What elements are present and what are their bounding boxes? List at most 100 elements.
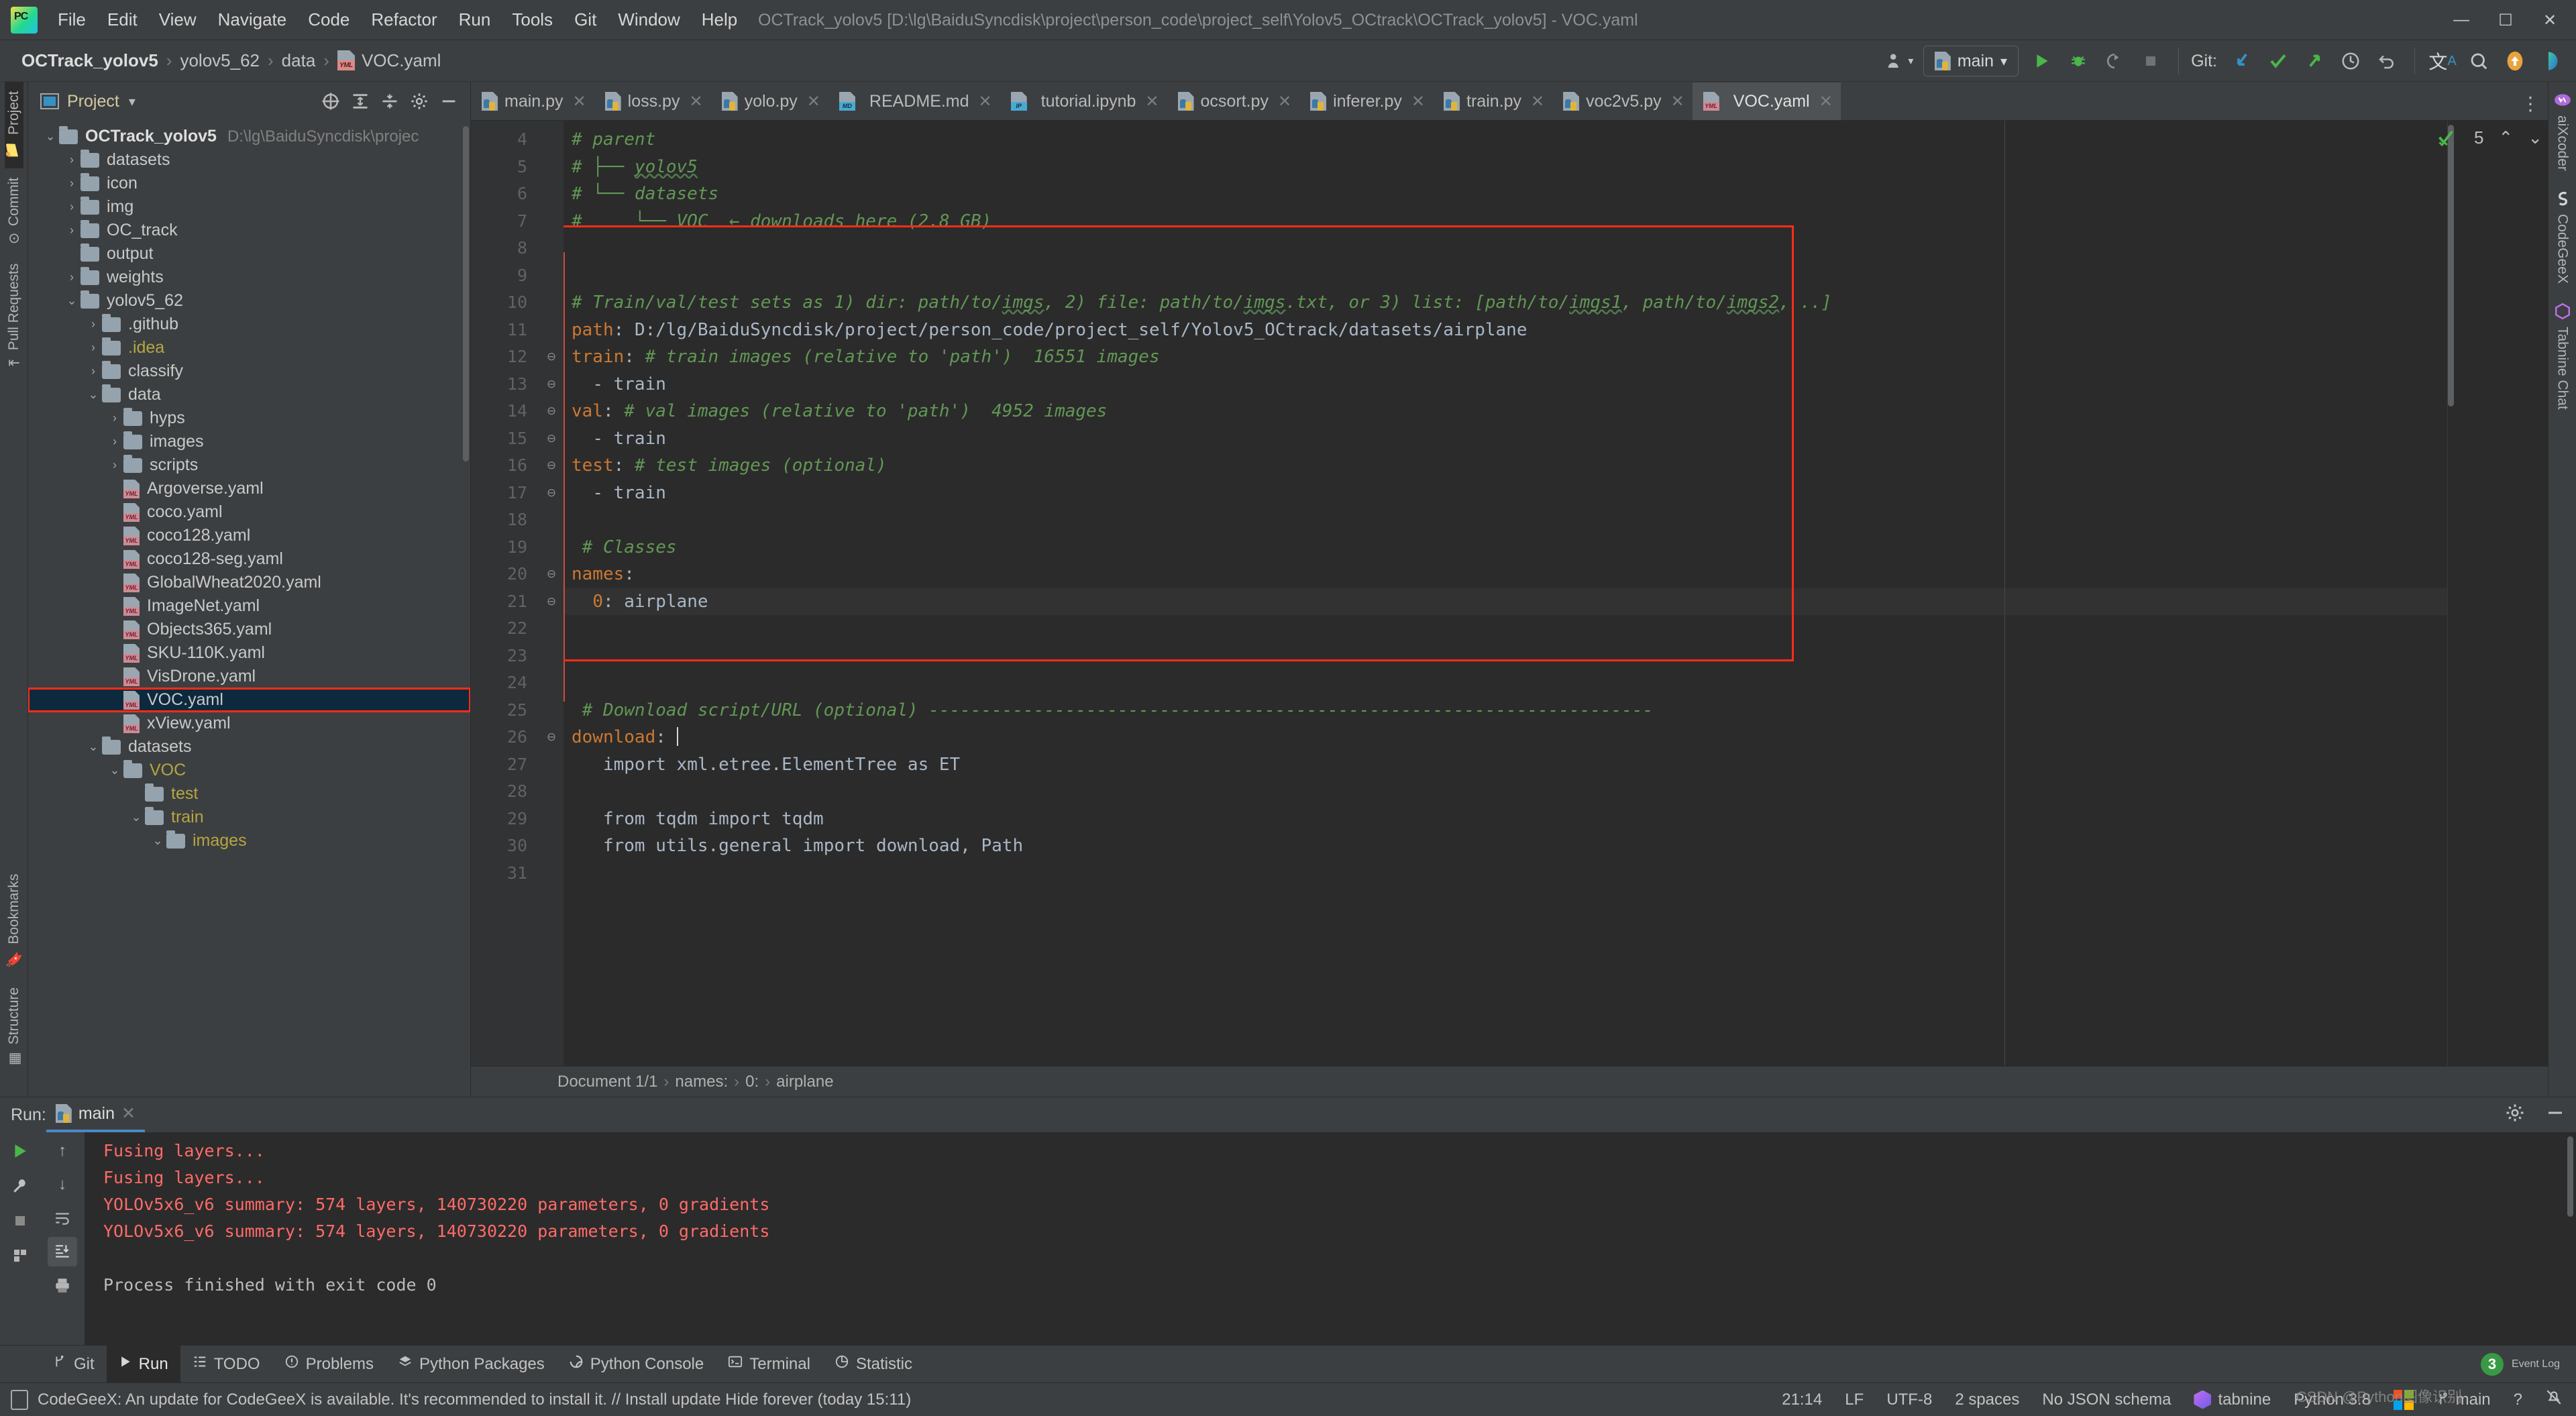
editor-tab-yolo-py[interactable]: yolo.py ✕ [711,83,828,120]
close-icon[interactable]: ✕ [1145,92,1159,111]
json-schema-status[interactable]: No JSON schema [2042,1391,2171,1409]
tree-node-test[interactable]: test [28,782,470,806]
close-icon[interactable]: ✕ [807,92,820,111]
tree-node-data[interactable]: ⌄ data [28,383,470,406]
editor-tab-readme-md[interactable]: MD README.md ✕ [828,83,1000,120]
tree-node-train[interactable]: ⌄ train [28,806,470,829]
code-line[interactable] [564,506,2548,534]
file-encoding[interactable]: UTF-8 [1886,1391,1932,1409]
tree-expand-arrow[interactable]: ⌄ [42,129,59,144]
tool-window-button-todo[interactable]: TODO [180,1346,272,1383]
expand-all-icon[interactable] [347,88,374,115]
editor-tabs-more-icon[interactable]: ⋮ [2521,93,2540,115]
code-line[interactable]: # Classes [564,534,2548,561]
event-log-label[interactable]: Event Log [2512,1358,2560,1370]
sidebar-item-commit[interactable]: ⊙ Commit [5,168,23,254]
tabnine-status[interactable]: tabnine [2194,1390,2271,1409]
search-icon[interactable] [2461,43,2497,79]
tree-expand-arrow[interactable]: › [63,223,80,237]
translate-icon[interactable]: 文A [2424,43,2461,79]
tree-expand-arrow[interactable]: › [106,435,123,449]
tree-expand-arrow[interactable]: › [63,176,80,190]
help-icon[interactable]: ? [2514,1391,2522,1409]
editor-tab-voc2v5-py[interactable]: voc2v5.py ✕ [1552,83,1693,120]
editor-tab-inferer-py[interactable]: inferer.py ✕ [1299,83,1433,120]
editor-breadcrumb-item-2[interactable]: 0: [739,1073,765,1091]
code-text-area[interactable]: # parent # ├── yolov5 # └── datasets # └── … [564,121,2548,1066]
chevron-down-icon[interactable]: ▾ [129,93,136,110]
indent-setting[interactable]: 2 spaces [1955,1391,2019,1409]
update-available-icon[interactable] [2497,43,2533,79]
menu-item-git[interactable]: Git [564,7,607,33]
run-button[interactable] [2024,43,2060,79]
menu-item-file[interactable]: File [47,7,97,33]
fold-marker[interactable]: ⊖ [539,371,564,398]
tree-expand-arrow[interactable]: › [63,153,80,167]
tree-expand-arrow[interactable]: ⌄ [149,834,166,848]
git-push-icon[interactable] [2296,43,2332,79]
code-line[interactable]: from utils.general import download, Path [564,832,2548,860]
notification-message[interactable]: CodeGeeX: An update for CodeGeeX is avai… [11,1389,911,1410]
tree-expand-arrow[interactable]: ⌄ [127,810,145,824]
stop-button[interactable] [2133,43,2169,79]
code-line[interactable] [564,615,2548,643]
git-commit-icon[interactable] [2260,43,2296,79]
close-icon[interactable]: ✕ [689,92,702,111]
tool-window-button-statistic[interactable]: Statistic [822,1346,924,1383]
sidebar-item-bookmarks[interactable]: 🔖 Bookmarks [5,865,23,978]
editor-tab-main-py[interactable]: main.py ✕ [471,83,594,120]
fold-marker[interactable]: ⊖ [539,480,564,507]
code-line[interactable]: # parent [564,126,2548,154]
event-log-area[interactable]: 3 Event Log [2480,1352,2576,1376]
tree-node-hyps[interactable]: › hyps [28,406,470,430]
ide-feature-icon[interactable] [2533,43,2569,79]
tree-expand-arrow[interactable]: ⌄ [106,763,123,777]
tool-window-button-terminal[interactable]: Terminal [716,1346,822,1383]
tree-node-classify[interactable]: › classify [28,360,470,383]
tree-node-images[interactable]: › images [28,430,470,453]
code-line[interactable]: - train [564,425,2548,453]
scroll-to-end-icon[interactable] [48,1237,77,1266]
sidebar-item-structure[interactable]: ▦ Structure [5,978,23,1077]
tool-window-button-run[interactable]: Run [106,1345,180,1383]
maximize-button[interactable]: ☐ [2497,11,2514,30]
tool-window-button-python-console[interactable]: Python Console [557,1346,716,1383]
close-button[interactable]: ✕ [2541,11,2559,30]
layout-button[interactable] [5,1241,35,1270]
code-line[interactable]: path: D:/lg/BaiduSyncdisk/project/person… [564,317,2548,344]
breadcrumb-item-0[interactable]: OCTrack_yolov5 [15,49,165,72]
tree-node-voc[interactable]: ⌄ VOC [28,759,470,782]
run-with-coverage-button[interactable] [2096,43,2133,79]
tree-node-scripts[interactable]: › scripts [28,453,470,477]
caret-position[interactable]: 21:14 [1782,1391,1822,1409]
tree-expand-arrow[interactable]: ⌄ [85,388,102,402]
sidebar-item-project[interactable]: 📁 Project [4,82,23,168]
tree-node-oc-track[interactable]: › OC_track [28,219,470,242]
code-line[interactable]: 0: airplane [564,588,2548,615]
code-line[interactable]: download: [564,724,2548,751]
tree-expand-arrow[interactable]: ⌄ [63,294,80,308]
tree-node-images[interactable]: ⌄ images [28,829,470,853]
run-console-output[interactable]: Fusing layers... Fusing layers... YOLOv5x6… [85,1132,2576,1345]
code-editor[interactable]: 4 5 6 7 8 9 10 11 12 13 14 15 16 17 18 19 20 21 22 23 24 25 26… [471,121,2548,1066]
tree-expand-arrow[interactable]: › [63,270,80,284]
tree-node-coco-yaml[interactable]: YML coco.yaml [28,500,470,524]
fold-marker[interactable]: ⊖ [539,724,564,751]
python-interpreter[interactable]: Python 3.8 [2294,1391,2371,1409]
tree-node-globalwheat2020-yaml[interactable]: YML GlobalWheat2020.yaml [28,571,470,594]
hide-panel-icon[interactable] [2545,1103,2565,1128]
breadcrumb-item-1[interactable]: yolov5_62 [173,49,266,72]
code-line[interactable] [564,235,2548,262]
code-line[interactable]: - train [564,371,2548,398]
rerun-button[interactable] [5,1136,35,1166]
gear-icon[interactable] [2505,1103,2525,1128]
code-line[interactable]: from tqdm import tqdm [564,806,2548,833]
close-icon[interactable]: ✕ [121,1103,136,1124]
tree-node-visdrone-yaml[interactable]: YML VisDrone.yaml [28,665,470,688]
close-icon[interactable]: ✕ [1671,92,1684,111]
project-tree[interactable]: ⌄ OCTrack_yolov5 D:\lg\BaiduSyncdisk\proje… [28,121,470,1097]
tree-node-octrack-yolov5[interactable]: ⌄ OCTrack_yolov5 D:\lg\BaiduSyncdisk\proje… [28,125,470,148]
user-account-icon[interactable]: ▾ [1882,43,1918,79]
close-icon[interactable]: ✕ [1411,92,1425,111]
editor-tab-loss-py[interactable]: loss.py ✕ [594,83,711,120]
